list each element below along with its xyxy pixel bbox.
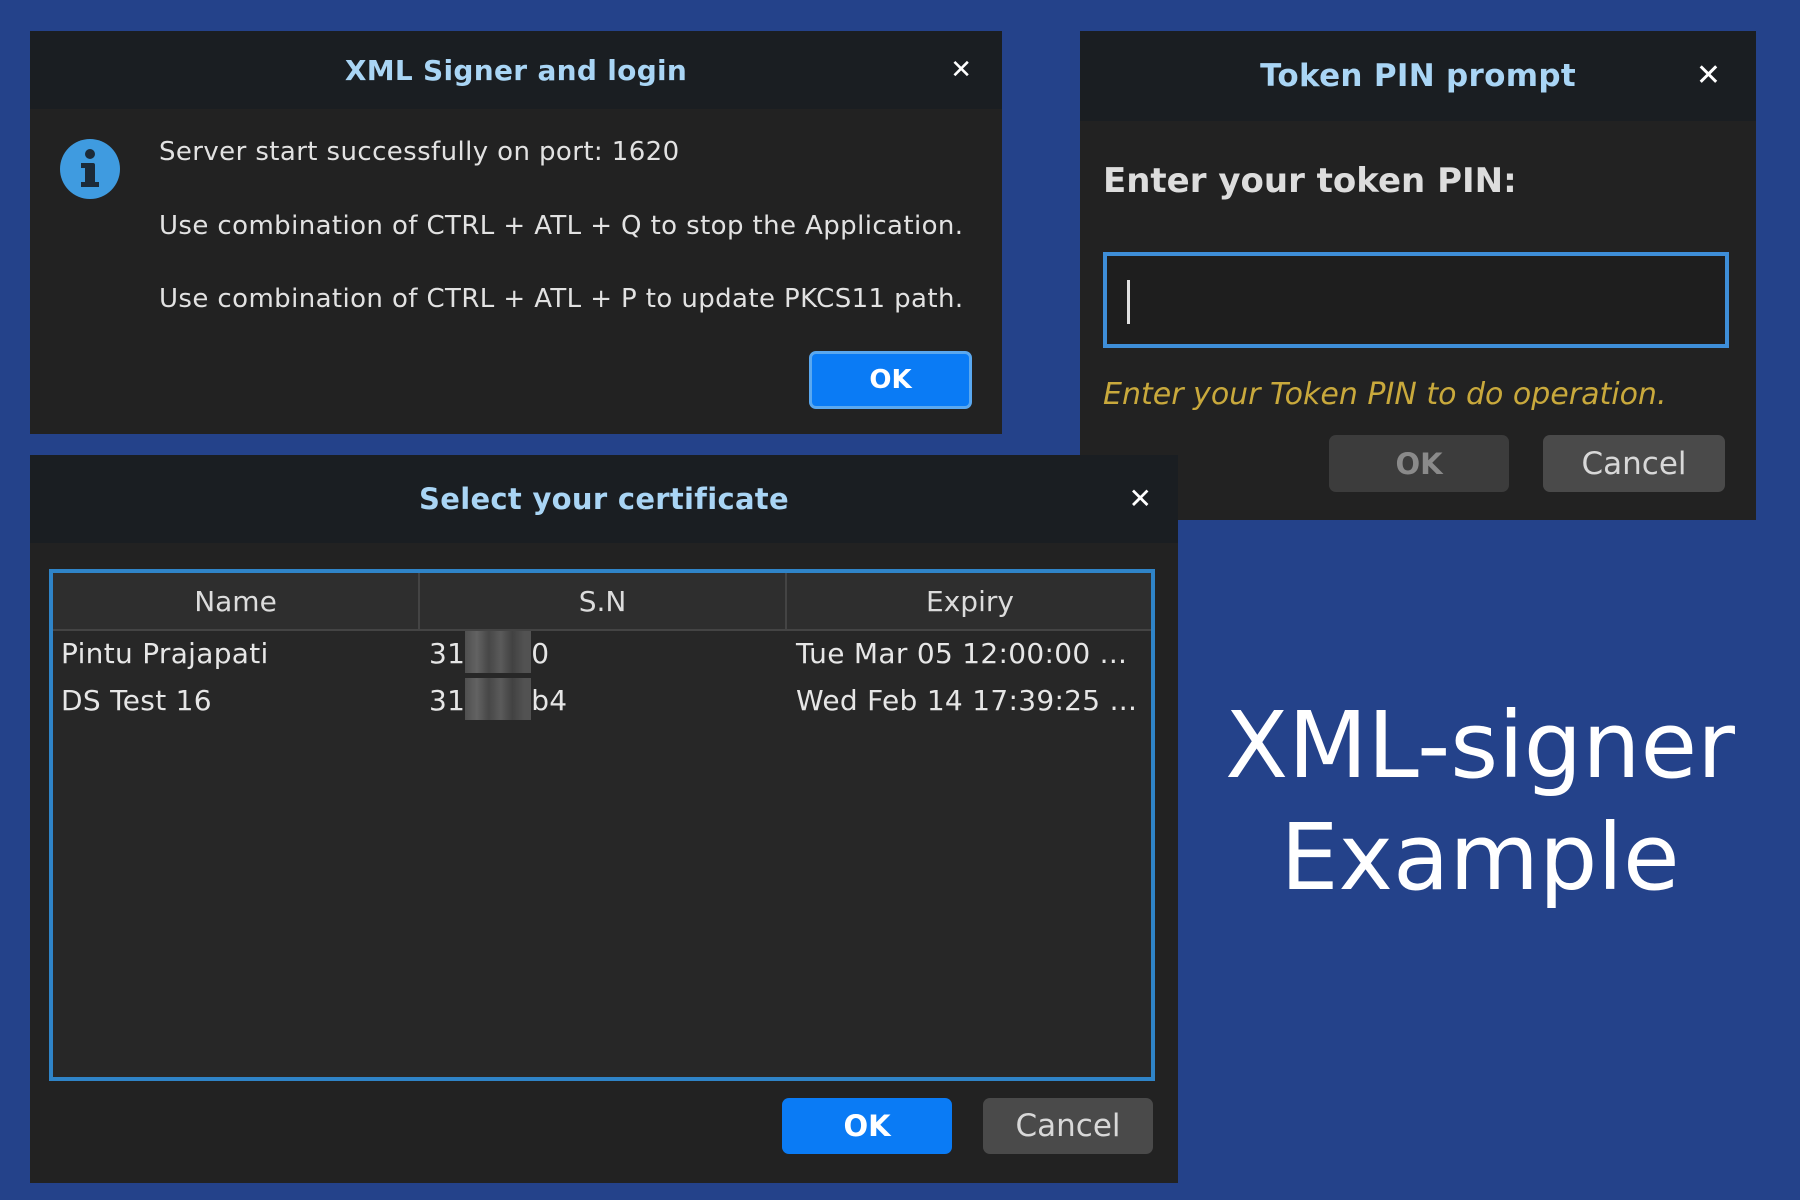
certificate-table[interactable]: Name S.N Expiry Pintu Prajapati 31 0 Tue … bbox=[49, 569, 1155, 1081]
pin-hint-text: Enter your Token PIN to do operation. bbox=[1103, 377, 1667, 412]
column-header-expiry[interactable]: Expiry bbox=[787, 573, 1151, 629]
cell-sn: 31 b4 bbox=[429, 678, 568, 720]
sn-prefix: 31 bbox=[429, 684, 466, 717]
cell-name: Pintu Prajapati bbox=[61, 637, 269, 670]
login-dialog-title: XML Signer and login bbox=[344, 53, 688, 87]
server-status-message: Server start successfully on port: 1620 bbox=[159, 137, 680, 167]
cell-expiry: Tue Mar 05 12:00:00 ... bbox=[796, 637, 1128, 670]
close-icon[interactable]: ✕ bbox=[1129, 485, 1152, 513]
sn-prefix: 31 bbox=[429, 637, 466, 670]
cell-sn: 31 0 bbox=[429, 631, 550, 673]
pin-prompt-label: Enter your token PIN: bbox=[1103, 161, 1517, 201]
column-header-name[interactable]: Name bbox=[53, 573, 420, 629]
pkcs11-shortcut-message: Use combination of CTRL + ATL + P to upd… bbox=[159, 284, 964, 314]
table-row[interactable]: DS Test 16 31 b4 Wed Feb 14 17:39:25 ... bbox=[53, 678, 1151, 725]
stop-shortcut-message: Use combination of CTRL + ATL + Q to sto… bbox=[159, 211, 964, 241]
close-icon[interactable]: ✕ bbox=[1696, 61, 1721, 91]
token-pin-dialog-titlebar: Token PIN prompt ✕ bbox=[1080, 31, 1756, 121]
certificate-dialog: Select your certificate ✕ Name S.N Expir… bbox=[30, 455, 1178, 1183]
ok-button[interactable]: OK bbox=[782, 1098, 952, 1154]
table-row[interactable]: Pintu Prajapati 31 0 Tue Mar 05 12:00:00 … bbox=[53, 631, 1151, 678]
cancel-button[interactable]: Cancel bbox=[1543, 435, 1725, 492]
redacted-block bbox=[465, 631, 532, 673]
login-dialog-titlebar: XML Signer and login ✕ bbox=[30, 31, 1002, 109]
certificate-dialog-title: Select your certificate bbox=[419, 482, 789, 516]
info-icon bbox=[60, 139, 120, 199]
example-caption: XML-signer Example bbox=[1200, 690, 1760, 914]
column-header-sn[interactable]: S.N bbox=[420, 573, 787, 629]
cell-name: DS Test 16 bbox=[61, 684, 212, 717]
table-header: Name S.N Expiry bbox=[53, 573, 1151, 631]
cell-expiry: Wed Feb 14 17:39:25 ... bbox=[796, 684, 1138, 717]
certificate-dialog-titlebar: Select your certificate ✕ bbox=[30, 455, 1178, 543]
cancel-button[interactable]: Cancel bbox=[983, 1098, 1153, 1154]
token-pin-dialog: Token PIN prompt ✕ Enter your token PIN:… bbox=[1080, 31, 1756, 520]
text-cursor bbox=[1127, 280, 1130, 324]
caption-line-2: Example bbox=[1280, 804, 1680, 911]
sn-suffix: 0 bbox=[531, 637, 550, 670]
ok-button[interactable]: OK bbox=[809, 351, 972, 409]
ok-button[interactable]: OK bbox=[1329, 435, 1509, 492]
caption-line-1: XML-signer bbox=[1225, 692, 1735, 799]
token-pin-dialog-title: Token PIN prompt bbox=[1260, 58, 1576, 94]
pin-input-field[interactable] bbox=[1103, 252, 1729, 348]
sn-suffix: b4 bbox=[531, 684, 568, 717]
login-dialog: XML Signer and login ✕ Server start succ… bbox=[30, 31, 1002, 434]
close-icon[interactable]: ✕ bbox=[950, 57, 972, 83]
redacted-block bbox=[465, 678, 532, 720]
